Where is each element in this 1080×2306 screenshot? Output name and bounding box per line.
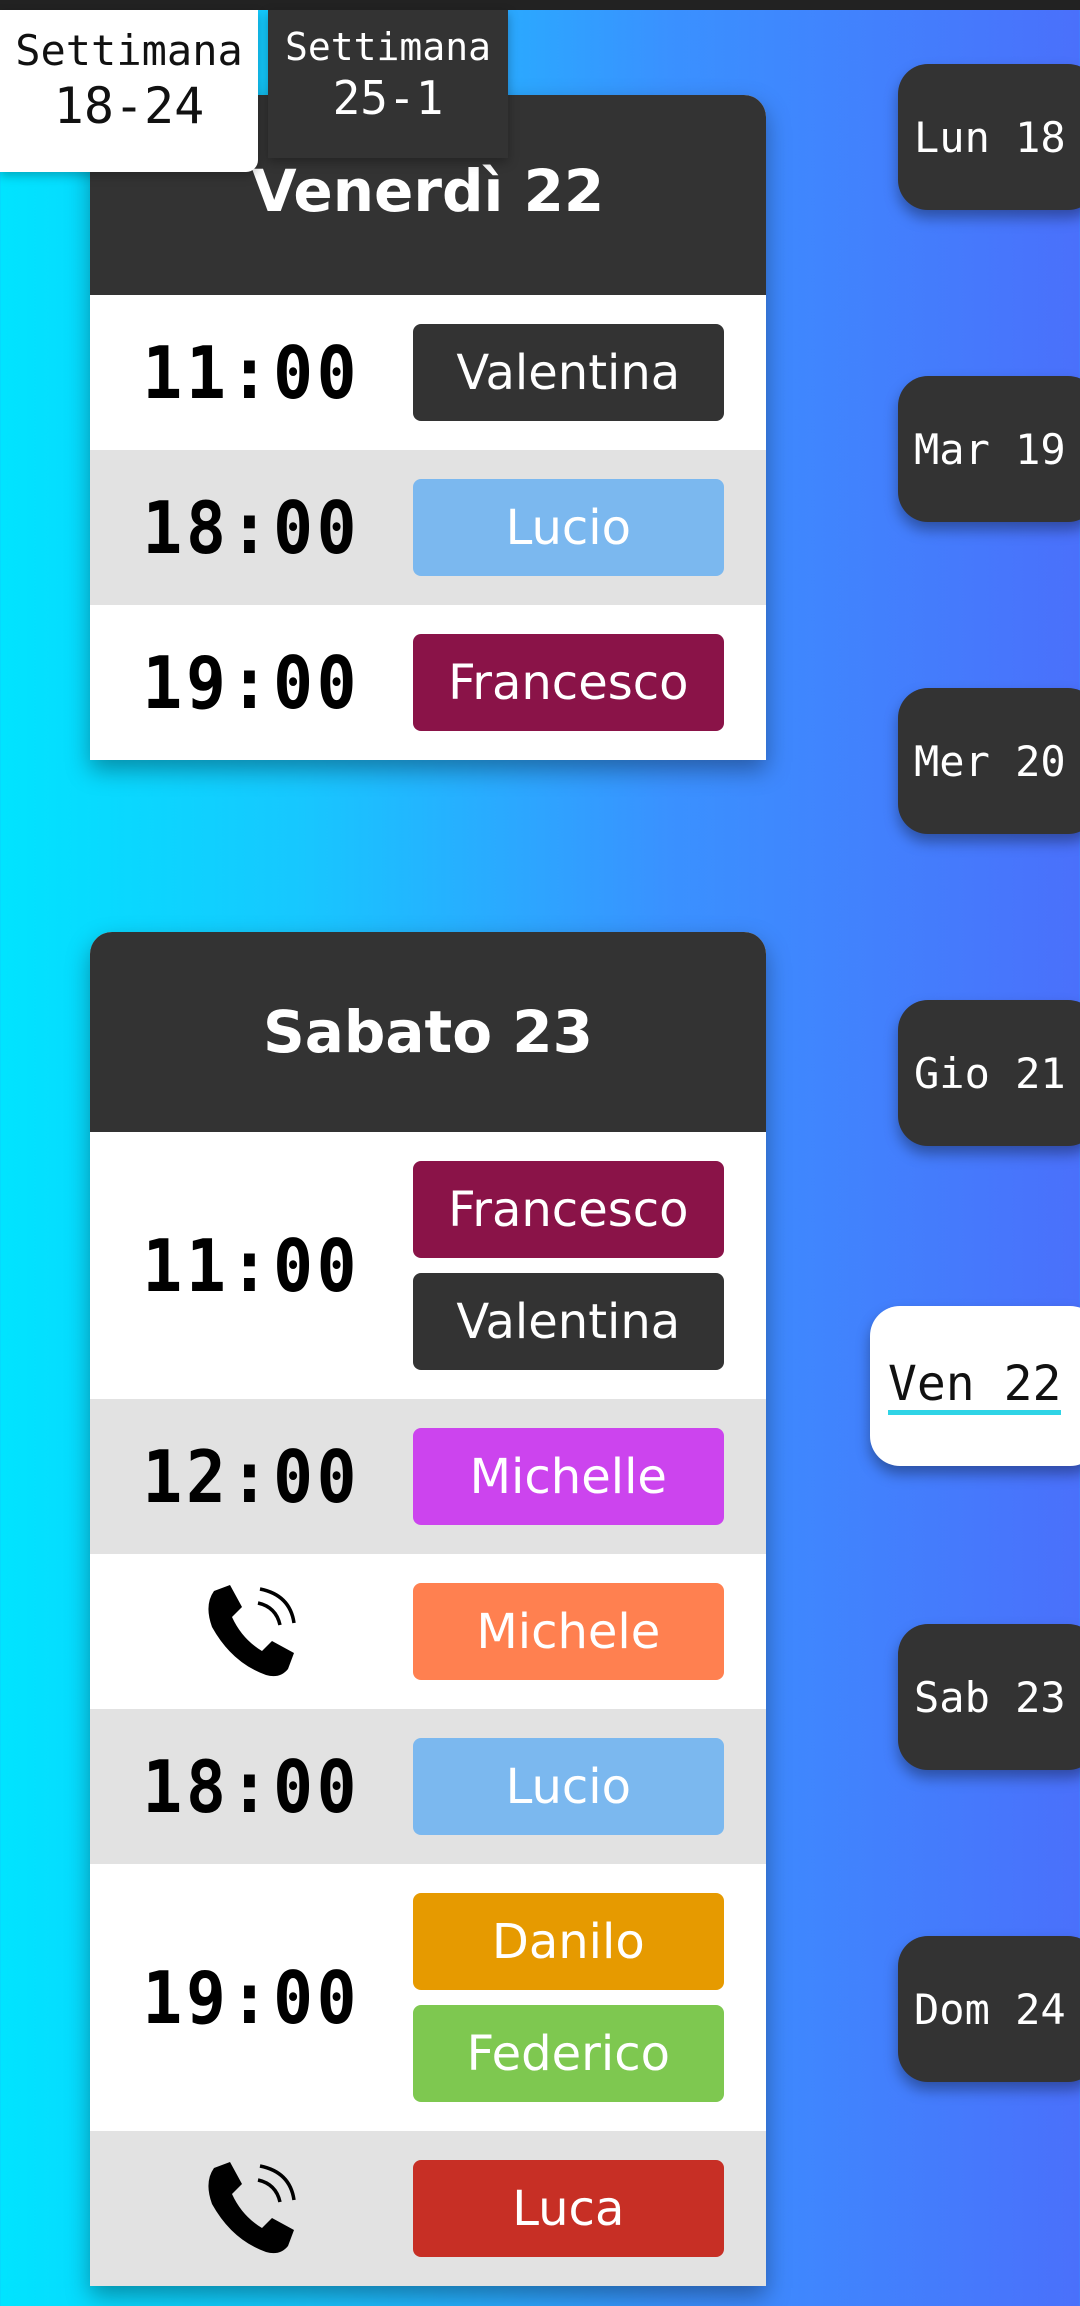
person-chip[interactable]: Michele bbox=[412, 1583, 724, 1680]
person-chip[interactable]: Danilo bbox=[412, 1893, 724, 1990]
day-nav-wed-20[interactable]: Mer 20 bbox=[898, 688, 1080, 834]
week-tab-18-24[interactable]: Settimana 18-24 bbox=[0, 10, 258, 172]
time-slot: 18:00 bbox=[142, 485, 361, 570]
schedule-row: 18:00 Lucio bbox=[90, 450, 766, 605]
person-chip[interactable]: Valentina bbox=[412, 324, 724, 421]
schedule-row: 11:00 Francesco Valentina bbox=[90, 1132, 766, 1399]
day-nav-sun-24[interactable]: Dom 24 bbox=[898, 1936, 1080, 2082]
week-tab-label: Settimana bbox=[15, 26, 243, 75]
time-slot: 19:00 bbox=[142, 640, 361, 725]
day-nav-label: Dom 24 bbox=[914, 1984, 1066, 2034]
person-chip[interactable]: Federico bbox=[412, 2005, 724, 2102]
schedule-row: 12:00 Michelle bbox=[90, 1399, 766, 1554]
person-chip[interactable]: Lucio bbox=[412, 1738, 724, 1835]
day-nav-label: Ven 22 bbox=[888, 1358, 1062, 1415]
day-nav-tue-19[interactable]: Mar 19 bbox=[898, 376, 1080, 522]
day-nav-label: Mar 19 bbox=[914, 424, 1066, 474]
day-title: Sabato 23 bbox=[262, 998, 594, 1066]
week-tab-label: Settimana bbox=[285, 25, 491, 69]
day-nav-fri-22[interactable]: Ven 22 bbox=[870, 1306, 1080, 1466]
time-slot: 19:00 bbox=[142, 1955, 361, 2040]
top-status-bar bbox=[0, 0, 1080, 10]
person-chip[interactable]: Luca bbox=[412, 2160, 724, 2257]
time-slot: 11:00 bbox=[142, 330, 361, 415]
person-chip[interactable]: Valentina bbox=[412, 1273, 724, 1370]
day-nav-label: Sab 23 bbox=[914, 1672, 1066, 1722]
schedule-row: 11:00 Valentina bbox=[90, 295, 766, 450]
day-card-friday: Venerdì 22 11:00 Valentina 18:00 Lucio 1… bbox=[90, 95, 766, 760]
person-chip[interactable]: Lucio bbox=[412, 479, 724, 576]
phone-icon bbox=[90, 2154, 413, 2264]
day-nav-label: Gio 21 bbox=[914, 1048, 1066, 1098]
time-slot: 18:00 bbox=[142, 1744, 361, 1829]
day-nav-thu-21[interactable]: Gio 21 bbox=[898, 1000, 1080, 1146]
day-card-header: Sabato 23 bbox=[90, 932, 766, 1132]
day-nav-mon-18[interactable]: Lun 18 bbox=[898, 64, 1080, 210]
day-title: Venerdì 22 bbox=[251, 157, 605, 225]
week-tab-25-1[interactable]: Settimana 25-1 bbox=[268, 10, 508, 158]
time-slot: 11:00 bbox=[142, 1223, 361, 1308]
person-chip[interactable]: Michelle bbox=[412, 1428, 724, 1525]
day-nav-label: Mer 20 bbox=[914, 736, 1066, 786]
day-card-saturday: Sabato 23 11:00 Francesco Valentina 12:0… bbox=[90, 932, 766, 2286]
schedule-row: 19:00 Danilo Federico bbox=[90, 1864, 766, 2131]
phone-icon bbox=[90, 1577, 413, 1687]
schedule-row: 18:00 Lucio bbox=[90, 1709, 766, 1864]
person-chip[interactable]: Francesco bbox=[412, 634, 724, 731]
day-nav-sat-23[interactable]: Sab 23 bbox=[898, 1624, 1080, 1770]
week-tab-range: 18-24 bbox=[53, 77, 205, 135]
person-chip[interactable]: Francesco bbox=[412, 1161, 724, 1258]
schedule-row: Michele bbox=[90, 1554, 766, 1709]
schedule-row: Luca bbox=[90, 2131, 766, 2286]
day-nav-label: Lun 18 bbox=[914, 112, 1066, 162]
schedule-row: 19:00 Francesco bbox=[90, 605, 766, 760]
time-slot: 12:00 bbox=[142, 1434, 361, 1519]
week-tab-range: 25-1 bbox=[332, 71, 444, 125]
